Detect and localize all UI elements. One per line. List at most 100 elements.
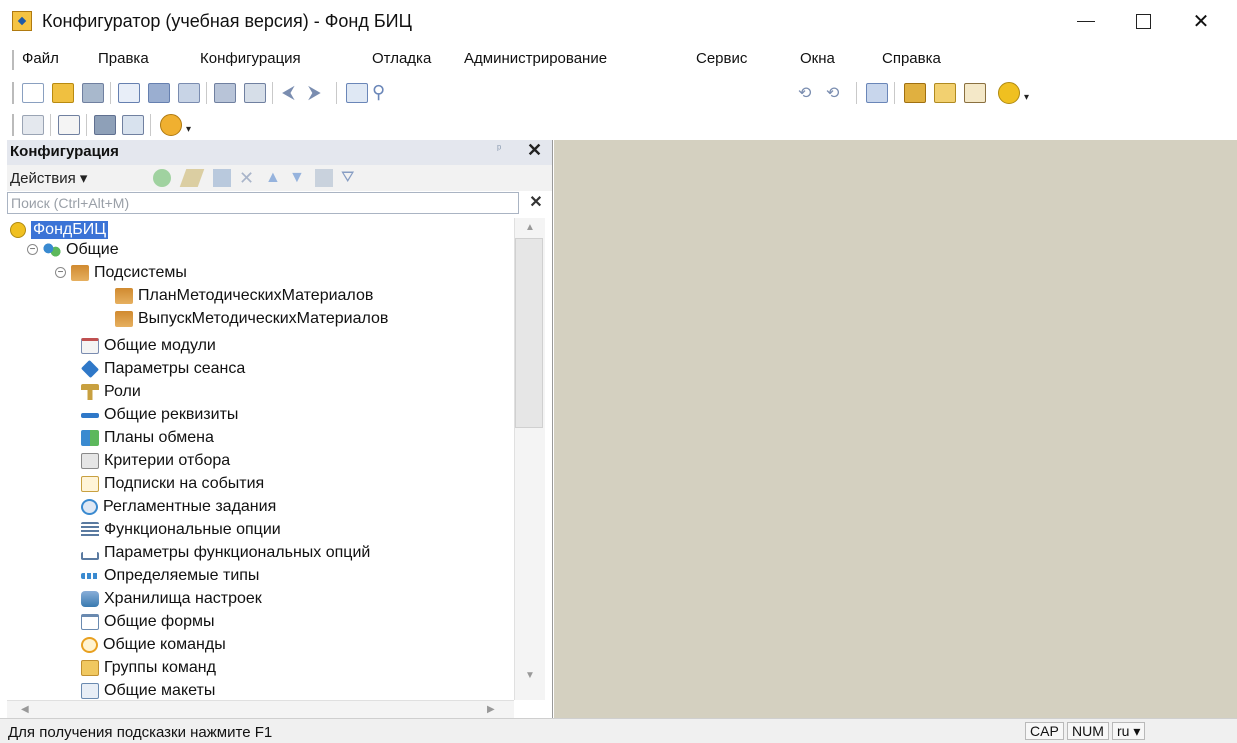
- tree-item-common-forms[interactable]: Общие формы: [81, 611, 215, 633]
- wizard-icon[interactable]: [904, 83, 926, 103]
- tree-item-event-subscriptions[interactable]: Подписки на события: [81, 473, 264, 495]
- status-bar: Для получения подсказки нажмите F1 CAP N…: [0, 718, 1237, 743]
- panel-close-button[interactable]: ✕: [527, 140, 542, 161]
- redo-icon[interactable]: ⮞: [308, 83, 330, 103]
- copy-item-icon[interactable]: [213, 169, 231, 187]
- info-icon[interactable]: [998, 82, 1020, 104]
- attributes-icon: [81, 412, 99, 418]
- collapse-subsystems-icon[interactable]: −: [55, 267, 66, 278]
- toolbar-grip[interactable]: [12, 82, 14, 104]
- tree-item-scheduled-jobs[interactable]: Регламентные задания: [81, 496, 276, 518]
- language-selector[interactable]: ru ▾: [1112, 722, 1146, 740]
- new-document-icon[interactable]: [22, 83, 44, 103]
- tree-item-subsystems[interactable]: Подсистемы: [71, 262, 187, 284]
- toolbar2-grip[interactable]: [12, 114, 14, 136]
- run-icon[interactable]: [160, 114, 182, 136]
- move-up-icon[interactable]: ▲: [265, 169, 283, 187]
- menu-windows[interactable]: Окна: [800, 50, 835, 67]
- find-icon[interactable]: [346, 83, 368, 103]
- menu-debug[interactable]: Отладка: [372, 50, 431, 67]
- tree-item-common-commands[interactable]: Общие команды: [81, 634, 226, 656]
- menu-configuration[interactable]: Конфигурация: [200, 50, 301, 67]
- templates-icon: [81, 683, 99, 699]
- add-icon[interactable]: [153, 169, 171, 187]
- tree-item-subsystem-release[interactable]: ВыпускМетодическихМатериалов: [115, 308, 388, 330]
- tree-search-clear-button[interactable]: ✕: [522, 192, 550, 214]
- exchange-plans-icon: [81, 430, 99, 446]
- print-preview-icon[interactable]: [244, 83, 266, 103]
- tree-search-input[interactable]: Поиск (Ctrl+Alt+M): [7, 192, 519, 214]
- database-icon[interactable]: [94, 115, 116, 135]
- tree-item-common-modules[interactable]: Общие модули: [81, 335, 216, 357]
- copy-icon[interactable]: [148, 83, 170, 103]
- form-icon[interactable]: [58, 115, 80, 135]
- caps-indicator: CAP: [1025, 722, 1064, 740]
- open-icon[interactable]: [52, 83, 74, 103]
- pin-icon[interactable]: ᵖ: [497, 143, 501, 155]
- root-config-icon: [10, 222, 26, 238]
- event-subscriptions-icon: [81, 476, 99, 492]
- menu-service[interactable]: Сервис: [696, 50, 747, 67]
- undo-icon[interactable]: ⮜: [282, 83, 304, 103]
- configuration-tree: ФондБИЦ − Общие − Подсистемы ПланМетодич…: [7, 218, 514, 700]
- tree-horizontal-scrollbar[interactable]: ◀ ▶: [7, 700, 514, 719]
- text-icon[interactable]: [964, 83, 986, 103]
- menu-administration[interactable]: Администрирование: [464, 50, 607, 67]
- windows-icon[interactable]: [866, 83, 888, 103]
- minimize-button[interactable]: [1057, 0, 1115, 42]
- subsystems-icon: [71, 265, 89, 281]
- tree-item-defined-types[interactable]: Определяемые типы: [81, 565, 259, 587]
- fo-params-icon: [81, 552, 99, 560]
- menu-edit[interactable]: Правка: [98, 50, 149, 67]
- tree-item-fo-params[interactable]: Параметры функциональных опций: [81, 542, 370, 564]
- scroll-left-icon[interactable]: ◀: [21, 704, 29, 715]
- menu-file[interactable]: Файл: [22, 50, 59, 67]
- tree-scroll-thumb[interactable]: [515, 238, 543, 428]
- tree-item-subsystem-plan[interactable]: ПланМетодическихМатериалов: [115, 285, 373, 307]
- tree-item-command-groups[interactable]: Группы команд: [81, 657, 216, 679]
- save-icon[interactable]: [82, 83, 104, 103]
- move-down-icon[interactable]: ▼: [289, 169, 307, 187]
- menu-help[interactable]: Справка: [882, 50, 941, 67]
- tree-item-session-params[interactable]: Параметры сеанса: [80, 358, 245, 380]
- tree-item-root[interactable]: ФондБИЦ: [10, 219, 109, 241]
- tree-item-common[interactable]: Общие: [43, 239, 119, 261]
- app-logo-icon: [12, 11, 32, 31]
- print-icon[interactable]: [214, 83, 236, 103]
- close-window-button[interactable]: ✕: [1172, 0, 1230, 42]
- tree-item-settings-storage[interactable]: Хранилища настроек: [81, 588, 262, 610]
- scroll-right-icon[interactable]: ▶: [487, 704, 495, 715]
- filter-criteria-icon: [81, 453, 99, 469]
- subsystem-icon: [115, 288, 133, 304]
- tree-item-roles[interactable]: Роли: [81, 381, 141, 403]
- module-icon[interactable]: [122, 115, 144, 135]
- toolbar-overflow-icon[interactable]: ▾: [1024, 92, 1029, 103]
- find-prev-icon[interactable]: ⟲: [826, 83, 848, 103]
- filter-icon[interactable]: ⛛: [341, 169, 359, 187]
- scroll-up-icon[interactable]: ▲: [525, 222, 535, 233]
- menu-grip[interactable]: [12, 50, 14, 70]
- tree-item-functional-options[interactable]: Функциональные опции: [81, 519, 281, 541]
- find-next-icon[interactable]: ⟲: [798, 83, 820, 103]
- maximize-button[interactable]: [1114, 0, 1172, 42]
- grid-icon[interactable]: [22, 115, 44, 135]
- collapse-common-icon[interactable]: −: [27, 244, 38, 255]
- menu-bar: Файл Правка Конфигурация Отладка Админис…: [0, 42, 1237, 76]
- tree-item-exchange-plans[interactable]: Планы обмена: [81, 427, 214, 449]
- tree-item-common-templates[interactable]: Общие макеты: [81, 680, 215, 700]
- query-icon[interactable]: [934, 83, 956, 103]
- tree-item-common-attributes[interactable]: Общие реквизиты: [81, 404, 238, 426]
- scroll-down-icon[interactable]: ▼: [525, 670, 535, 681]
- sort-icon[interactable]: [315, 169, 333, 187]
- toolbar2-overflow-icon[interactable]: ▾: [186, 124, 191, 135]
- cut-icon[interactable]: [118, 83, 140, 103]
- paste-icon[interactable]: [178, 83, 200, 103]
- forms-icon: [81, 614, 99, 630]
- maximize-icon: [1135, 13, 1151, 29]
- scheduled-jobs-icon: [81, 499, 98, 515]
- edit-icon[interactable]: [179, 169, 205, 187]
- search-icon[interactable]: ⚲: [372, 83, 394, 103]
- tree-item-filter-criteria[interactable]: Критерии отбора: [81, 450, 230, 472]
- delete-icon[interactable]: ✕: [239, 169, 257, 187]
- actions-menu-button[interactable]: Действия ▾: [10, 169, 87, 187]
